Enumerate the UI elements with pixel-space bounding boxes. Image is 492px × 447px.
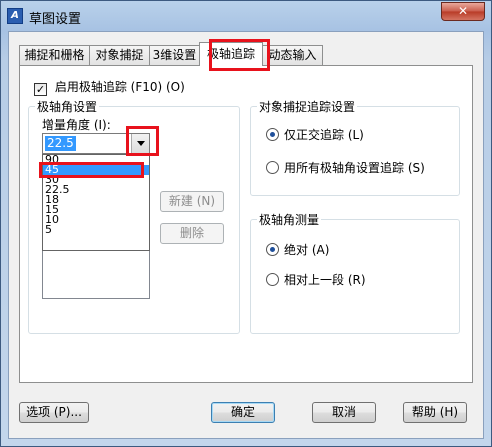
dropdown-option-10[interactable]: 10 xyxy=(43,214,149,225)
tab-snap-grid[interactable]: 捕捉和栅格 xyxy=(19,45,90,65)
all-polar-tracking-radio[interactable] xyxy=(266,161,279,174)
enable-polar-row[interactable]: ✓ 启用极轴追踪 (F10) (O) xyxy=(34,78,185,96)
dialog-client-area: 捕捉和栅格 对象捕捉 3维设置 极轴追踪 动态输入 ✓ 启用极轴追踪 (F10)… xyxy=(8,31,484,439)
increment-angle-dropdown[interactable]: 90 45 30 22.5 18 15 10 5 xyxy=(42,154,150,251)
close-button[interactable]: ✕ xyxy=(441,2,485,21)
title-bar[interactable]: A 草图设置 ✕ xyxy=(1,1,491,31)
relative-measure-radio[interactable] xyxy=(266,273,279,286)
absolute-measure-label: 绝对 (A) xyxy=(284,243,330,257)
increment-angle-combo[interactable]: 22.5 xyxy=(42,133,150,154)
polar-angle-group-title: 极轴角设置 xyxy=(35,98,100,115)
increment-angle-value: 22.5 xyxy=(45,136,76,151)
absolute-measure-option[interactable]: 绝对 (A) xyxy=(266,241,329,258)
relative-measure-option[interactable]: 相对上一段 (R) xyxy=(266,271,366,288)
all-polar-tracking-label: 用所有极轴角设置追踪 (S) xyxy=(284,161,425,175)
orthogonal-tracking-option[interactable]: 仅正交追踪 (L) xyxy=(266,126,364,143)
polar-measure-group-title: 极轴角测量 xyxy=(257,211,322,228)
orthogonal-tracking-label: 仅正交追踪 (L) xyxy=(284,128,364,142)
cancel-button[interactable]: 取消 xyxy=(312,402,376,423)
relative-measure-label: 相对上一段 (R) xyxy=(284,273,366,287)
osnap-tracking-group: 对象捕捉追踪设置 xyxy=(250,98,460,196)
tab-3d-settings[interactable]: 3维设置 xyxy=(149,45,200,65)
help-button[interactable]: 帮助 (H) xyxy=(403,402,467,423)
new-angle-button[interactable]: 新建 (N) xyxy=(160,191,224,212)
dropdown-arrow-icon[interactable] xyxy=(131,134,149,153)
tab-polar-tracking[interactable]: 极轴追踪 xyxy=(199,42,263,66)
delete-angle-button[interactable]: 删除 xyxy=(160,223,224,244)
absolute-measure-radio[interactable] xyxy=(266,243,279,256)
osnap-tracking-group-title: 对象捕捉追踪设置 xyxy=(257,98,358,115)
dropdown-option-5[interactable]: 5 xyxy=(43,224,149,235)
tab-dynamic-input[interactable]: 动态输入 xyxy=(262,45,323,65)
polar-tracking-panel: ✓ 启用极轴追踪 (F10) (O) 极轴角设置 增量角度 (I): 22.5 … xyxy=(19,65,473,383)
ok-button[interactable]: 确定 xyxy=(211,402,275,423)
enable-polar-checkbox[interactable]: ✓ xyxy=(34,83,47,96)
increment-angle-label: 增量角度 (I): xyxy=(42,118,111,132)
options-button[interactable]: 选项 (P)... xyxy=(19,402,89,423)
window-title: 草图设置 xyxy=(29,12,82,27)
enable-polar-label: 启用极轴追踪 (F10) (O) xyxy=(54,80,185,94)
drafting-settings-window: A 草图设置 ✕ 捕捉和栅格 对象捕捉 3维设置 极轴追踪 动态输入 ✓ 启用极… xyxy=(0,0,492,447)
orthogonal-tracking-radio[interactable] xyxy=(266,128,279,141)
app-logo-icon: A xyxy=(7,8,23,24)
all-polar-tracking-option[interactable]: 用所有极轴角设置追踪 (S) xyxy=(266,159,425,176)
tab-object-snap[interactable]: 对象捕捉 xyxy=(89,45,150,65)
